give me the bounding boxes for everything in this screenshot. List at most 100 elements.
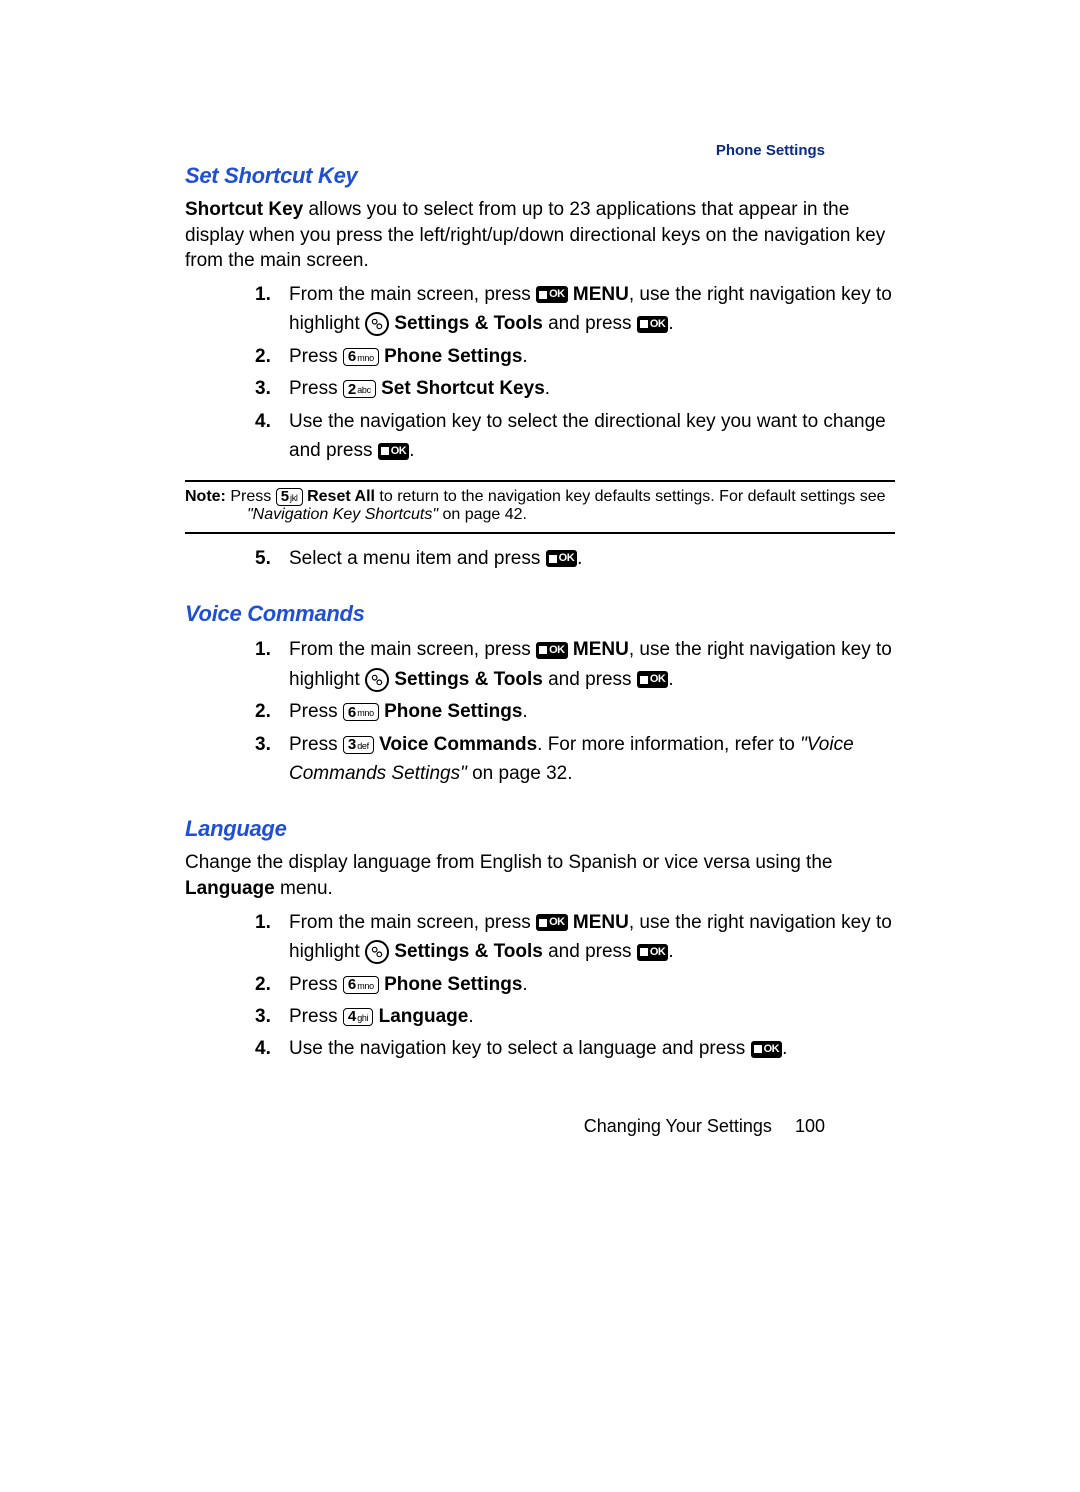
step: 4. Use the navigation key to select a la… [255,1034,895,1063]
step-number: 3. [255,374,271,403]
step-number: 2. [255,342,271,371]
t: Settings & Tools [394,941,542,962]
t: Phone Settings [384,346,522,367]
step-number: 3. [255,1002,271,1031]
key-6-icon: 6mno [343,976,379,994]
settings-tools-icon [365,668,389,692]
ok-key-icon: OK [536,642,568,659]
language-intro: Change the display language from English… [185,850,895,901]
t: Press [289,974,343,995]
note-block: Note: Press 5jkl Reset All to return to … [185,480,895,534]
t: Set Shortcut Keys [381,378,545,399]
t: Settings & Tools [394,669,542,690]
shortcut-step5: 5. Select a menu item and press OK. [255,544,895,573]
settings-tools-icon [365,312,389,336]
t: and press [543,669,637,690]
t: . [545,378,550,399]
t: . [468,1006,473,1027]
t: . [577,548,582,569]
t: and press [543,941,637,962]
key-6-icon: 6mno [343,348,379,366]
step-number: 5. [255,544,271,573]
running-head-text: Phone Settings [716,142,825,159]
t: Select a menu item and press [289,548,546,569]
key-3-icon: 3def [343,736,374,754]
footer-text: Changing Your Settings [584,1116,772,1136]
t: . [522,701,527,722]
t: Settings & Tools [394,313,542,334]
t: Press [289,701,343,722]
step: 3. Press 2abc Set Shortcut Keys. [255,374,895,403]
t: MENU [573,639,629,660]
step: 2. Press 6mno Phone Settings. [255,970,895,999]
note-label: Note: [185,488,226,505]
step-number: 2. [255,697,271,726]
t: Press [289,1006,343,1027]
page-footer: Changing Your Settings 100 [584,1116,825,1137]
t: on page 42. [438,506,527,523]
t: . [409,440,414,461]
t: Phone Settings [384,974,522,995]
t: Phone Settings [384,701,522,722]
t: Press [289,346,343,367]
t: MENU [573,912,629,933]
t: . [522,346,527,367]
key-4-icon: 4ghi [343,1008,373,1026]
t: . [522,974,527,995]
step-number: 1. [255,908,271,937]
key-6-icon: 6mno [343,703,379,721]
t: to return to the navigation key defaults… [375,488,886,505]
section-title-voice: Voice Commands [185,601,895,627]
step: 3. Press 3def Voice Commands. For more i… [255,730,895,789]
t: From the main screen, press [289,912,536,933]
t: Language [379,1006,469,1027]
language-steps: 1. From the main screen, press OK MENU, … [255,908,895,1064]
t: menu. [275,878,333,899]
ok-key-icon: OK [637,671,669,688]
ok-key-icon: OK [546,550,578,567]
manual-page: Phone Settings Set Shortcut Key Shortcut… [0,0,1080,1492]
key-2-icon: 2abc [343,380,376,398]
t: and press [543,313,637,334]
page-number: 100 [795,1116,825,1136]
step: 3. Press 4ghi Language. [255,1002,895,1031]
shortcut-intro: Shortcut Key allows you to select from u… [185,197,895,274]
t: MENU [573,284,629,305]
step-number: 3. [255,730,271,759]
t: Press [226,488,276,505]
step: 2. Press 6mno Phone Settings. [255,697,895,726]
t: . For more information, refer to [537,734,800,755]
step: 2. Press 6mno Phone Settings. [255,342,895,371]
running-head: Phone Settings [716,142,825,159]
ok-key-icon: OK [378,443,410,460]
step: 4. Use the navigation key to select the … [255,407,895,466]
settings-tools-icon [365,940,389,964]
t: Voice Commands [379,734,537,755]
t: From the main screen, press [289,284,536,305]
step-number: 1. [255,635,271,664]
step: 1. From the main screen, press OK MENU, … [255,635,895,694]
shortcut-steps: 1. From the main screen, press OK MENU, … [255,280,895,466]
step: 5. Select a menu item and press OK. [255,544,895,573]
step: 1. From the main screen, press OK MENU, … [255,280,895,339]
note-ref: "Navigation Key Shortcuts" [247,506,438,523]
step-number: 4. [255,407,271,436]
section-title-shortcut: Set Shortcut Key [185,163,895,189]
section-title-language: Language [185,816,895,842]
step-number: 2. [255,970,271,999]
ok-key-icon: OK [536,914,568,931]
t: . [668,313,673,334]
key-5-icon: 5jkl [276,488,303,506]
step-number: 1. [255,280,271,309]
t: on page 32. [467,763,573,784]
t: . [782,1038,787,1059]
ok-key-icon: OK [751,1041,783,1058]
note-ref-line: "Navigation Key Shortcuts" on page 42. [247,506,895,524]
ok-key-icon: OK [536,286,568,303]
intro-lead: Shortcut Key [185,199,303,220]
t: Change the display language from English… [185,852,832,873]
t: . [668,941,673,962]
t: Press [289,378,343,399]
step: 1. From the main screen, press OK MENU, … [255,908,895,967]
t: From the main screen, press [289,639,536,660]
